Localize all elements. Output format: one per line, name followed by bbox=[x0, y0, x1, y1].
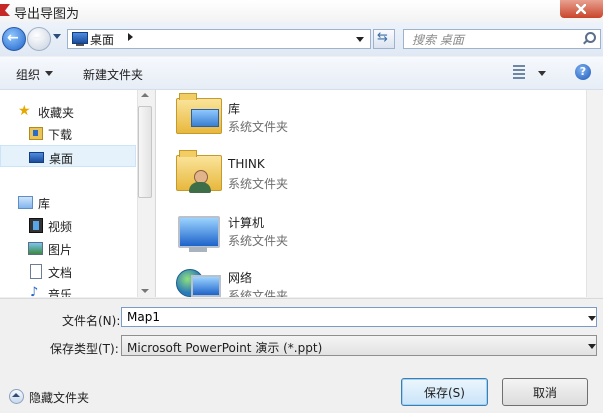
save-button[interactable]: 保存(S) bbox=[401, 378, 488, 406]
desktop-icon bbox=[29, 152, 44, 163]
sidebar-item-documents[interactable]: 文档 bbox=[0, 260, 136, 282]
picture-icon bbox=[28, 242, 43, 255]
close-button[interactable] bbox=[560, 0, 603, 18]
sidebar-item-label: 桌面 bbox=[49, 152, 74, 166]
cancel-button[interactable]: 取消 bbox=[502, 378, 588, 406]
file-name: 网络 bbox=[228, 271, 253, 285]
sidebar-item-label: 图片 bbox=[48, 243, 73, 257]
history-dropdown-icon[interactable] bbox=[53, 34, 61, 39]
list-item[interactable]: 网络 系统文件夹 bbox=[175, 267, 475, 297]
scroll-down-icon[interactable] bbox=[141, 289, 149, 293]
search-placeholder: 搜索 桌面 bbox=[412, 33, 464, 47]
sidebar-item-label: 文档 bbox=[48, 266, 73, 280]
nav-scrollbar-thumb[interactable] bbox=[138, 106, 152, 198]
list-item[interactable]: 计算机 系统文件夹 bbox=[175, 212, 475, 262]
address-location[interactable]: 桌面 bbox=[90, 31, 114, 48]
breadcrumb-chevron-icon[interactable] bbox=[128, 33, 133, 41]
list-item[interactable]: THINK 系统文件夹 bbox=[175, 150, 475, 205]
sidebar-item-videos[interactable]: 视频 bbox=[0, 214, 136, 236]
file-type: 系统文件夹 bbox=[228, 234, 289, 248]
search-icon[interactable] bbox=[585, 32, 596, 43]
filename-input[interactable] bbox=[121, 307, 597, 327]
sidebar-item-libraries[interactable]: 库 bbox=[0, 191, 136, 213]
network-computer-icon bbox=[191, 275, 221, 297]
title-bar bbox=[0, 0, 603, 22]
sidebar-item-label: 视频 bbox=[48, 220, 73, 234]
file-type: 系统文件夹 bbox=[228, 120, 289, 134]
list-item[interactable]: 库 系统文件夹 bbox=[175, 93, 475, 148]
collapse-up-icon[interactable] bbox=[9, 389, 24, 404]
file-list-scrollbar[interactable] bbox=[586, 90, 603, 297]
sidebar-item-label: 收藏夹 bbox=[38, 106, 75, 120]
filename-dropdown-icon[interactable] bbox=[588, 316, 596, 321]
back-arrow-icon: ← bbox=[7, 30, 19, 46]
sidebar-item-downloads[interactable]: 下载 bbox=[0, 122, 136, 144]
chevron-down-icon bbox=[45, 71, 53, 76]
user-body-icon bbox=[189, 182, 211, 193]
sidebar-item-music[interactable]: ♪ 音乐 bbox=[0, 282, 136, 297]
hide-folders-toggle[interactable]: 隐藏文件夹 bbox=[29, 389, 89, 406]
file-type: 系统文件夹 bbox=[228, 289, 289, 297]
downloads-folder-icon bbox=[29, 127, 43, 140]
window-overlay-icon bbox=[191, 109, 219, 127]
filename-label: 文件名(N): bbox=[62, 314, 121, 328]
window-title: 导出导图为 bbox=[14, 7, 80, 22]
user-folder-icon bbox=[176, 150, 222, 193]
view-options-icon[interactable] bbox=[513, 65, 525, 79]
save-type-value: Microsoft PowerPoint 演示 (*.ppt) bbox=[127, 341, 323, 355]
desktop-icon bbox=[72, 32, 88, 46]
document-icon bbox=[30, 264, 42, 279]
forward-arrow-icon: → bbox=[33, 30, 45, 46]
navigation-pane: ★ 收藏夹 下载 桌面 库 视频 图片 文档 ♪ 音乐 bbox=[0, 90, 153, 297]
video-icon bbox=[29, 218, 43, 233]
help-icon[interactable]: ? bbox=[575, 64, 591, 80]
back-button[interactable]: ← bbox=[2, 27, 26, 51]
save-type-label: 保存类型(T): bbox=[50, 342, 119, 356]
library-folder-icon bbox=[176, 93, 222, 134]
sidebar-item-label: 库 bbox=[38, 197, 51, 211]
save-type-dropdown-icon[interactable] bbox=[588, 344, 596, 349]
file-name: THINK bbox=[228, 157, 265, 171]
computer-stand-icon bbox=[189, 247, 207, 252]
forward-button[interactable]: → bbox=[27, 27, 51, 51]
refresh-icon: ⇆ bbox=[377, 30, 388, 45]
view-dropdown-icon[interactable] bbox=[538, 71, 546, 76]
scroll-up-icon[interactable] bbox=[141, 93, 149, 97]
library-icon bbox=[18, 196, 33, 209]
new-folder-button[interactable]: 新建文件夹 bbox=[83, 66, 143, 83]
address-dropdown-icon[interactable] bbox=[356, 37, 364, 42]
computer-icon bbox=[178, 216, 220, 248]
sidebar-item-pictures[interactable]: 图片 bbox=[0, 237, 136, 259]
sidebar-item-desktop[interactable]: 桌面 bbox=[0, 145, 136, 167]
sidebar-item-label: 音乐 bbox=[48, 288, 73, 297]
organize-button[interactable]: 组织 bbox=[16, 66, 40, 83]
file-name: 计算机 bbox=[228, 216, 265, 230]
file-type: 系统文件夹 bbox=[228, 177, 289, 191]
sidebar-item-favorites[interactable]: ★ 收藏夹 bbox=[0, 100, 136, 122]
refresh-button[interactable]: ⇆ bbox=[373, 29, 395, 49]
music-icon: ♪ bbox=[30, 285, 39, 297]
file-name: 库 bbox=[228, 102, 241, 116]
star-icon: ★ bbox=[18, 103, 31, 119]
sidebar-item-label: 下载 bbox=[48, 128, 73, 142]
